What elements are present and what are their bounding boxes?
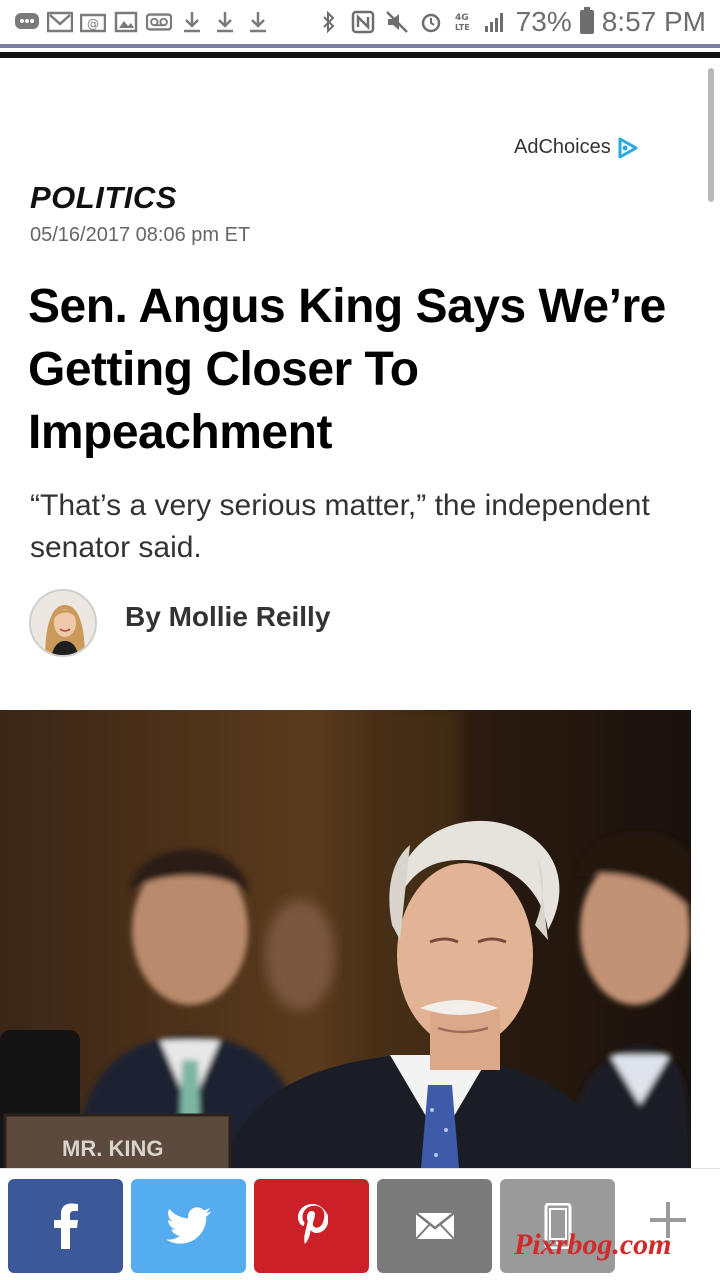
page-title: Sen. Angus King Says We’re Getting Close…	[28, 280, 666, 459]
svg-text:@: @	[87, 17, 99, 31]
bluetooth-icon	[316, 9, 342, 35]
author-byline[interactable]: By Mollie Reilly	[125, 601, 330, 633]
status-bar: @ 4G LTE 73% 8:57 PM	[0, 0, 720, 48]
section-label[interactable]: POLITICS	[30, 180, 177, 216]
mute-icon	[384, 9, 410, 35]
scrollbar[interactable]	[708, 68, 714, 202]
envelope-icon	[414, 1212, 455, 1240]
svg-text:LTE: LTE	[455, 23, 470, 32]
svg-text:MR. KING: MR. KING	[62, 1136, 163, 1161]
alarm-icon	[418, 9, 444, 35]
nfc-icon	[350, 9, 376, 35]
browser-toolbar-edge	[0, 52, 720, 58]
publish-date: 05/16/2017 08:06 pm ET	[30, 224, 251, 246]
system-status: 4G LTE 73% 8:57 PM	[316, 6, 706, 38]
adchoices-icon	[618, 137, 638, 158]
chat-icon	[14, 9, 40, 35]
svg-text:4G: 4G	[455, 13, 469, 23]
clock: 8:57 PM	[601, 6, 706, 37]
download-icon	[245, 9, 271, 35]
voicemail-icon	[146, 9, 172, 35]
facebook-icon	[53, 1203, 78, 1249]
network-type-icon: 4G LTE	[452, 9, 474, 35]
facebook-share-button[interactable]	[8, 1179, 123, 1273]
download-icon	[212, 9, 238, 35]
email-icon: @	[80, 9, 106, 35]
watermark: Pixrbog.com	[514, 1228, 672, 1261]
download-icon	[179, 9, 205, 35]
adchoices-label: AdChoices	[514, 136, 611, 158]
pinterest-icon	[297, 1204, 328, 1244]
gmail-icon	[47, 9, 73, 35]
signal-icon	[482, 9, 508, 35]
author-avatar[interactable]	[29, 589, 97, 657]
share-bar	[0, 1168, 720, 1280]
battery-icon	[579, 7, 594, 34]
pinterest-share-button[interactable]	[254, 1179, 369, 1273]
email-share-button[interactable]	[377, 1179, 492, 1273]
article-subhead: “That’s a very serious matter,” the inde…	[30, 489, 650, 564]
twitter-share-button[interactable]	[131, 1179, 246, 1273]
battery-percent: 73%	[515, 6, 572, 37]
article-lead-photo[interactable]: MR. KING	[0, 710, 691, 1180]
gallery-icon	[113, 9, 139, 35]
adchoices-link[interactable]: AdChoices	[514, 136, 639, 159]
notification-icons: @	[14, 9, 271, 35]
twitter-icon	[165, 1207, 211, 1244]
